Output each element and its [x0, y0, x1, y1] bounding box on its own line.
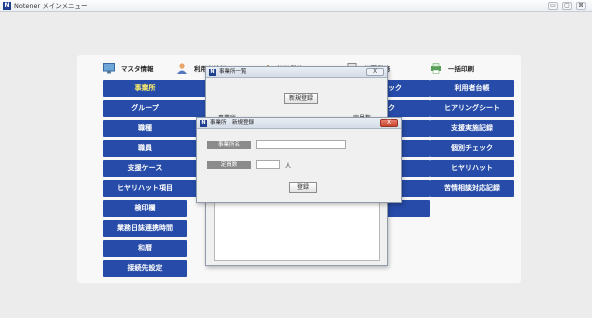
dialog-title-bar: N 事業所一覧 X	[206, 67, 387, 78]
new-register-button[interactable]: 新規登録	[284, 93, 319, 104]
app-logo-icon: N	[209, 69, 216, 76]
column-bulk-print: 一括印刷 利用者台帳 ヒアリングシート 支援実施記録 個別チェック ヒヤリハット…	[430, 59, 514, 197]
printer-icon	[431, 62, 441, 74]
register-button[interactable]: 登録	[289, 182, 317, 193]
maximize-button[interactable]: ▢	[562, 2, 572, 10]
window-controls: ▭ ▢ ⊠	[548, 2, 586, 10]
menu-button-incident-item[interactable]: ヒヤリハット項目	[103, 180, 187, 197]
capacity-unit: 人	[285, 163, 292, 170]
monitor-icon	[103, 62, 115, 73]
menu-button-seal-field[interactable]: 検印欄	[103, 200, 187, 217]
column-title: マスタ情報	[121, 65, 154, 73]
user-icon	[177, 62, 187, 74]
menu-button-support-case[interactable]: 支援ケース	[103, 160, 187, 177]
office-new-dialog: N 事業所 新規登録 X 事業所名 定員数 人 登録	[196, 117, 402, 203]
menu-button-staff[interactable]: 職員	[103, 140, 187, 157]
menu-button-group[interactable]: グループ	[103, 100, 187, 117]
column-title: 一括印刷	[448, 65, 474, 73]
dialog-close-button[interactable]: X	[380, 119, 398, 127]
menu-button-japanese-era[interactable]: 和暦	[103, 240, 187, 257]
menu-button-complaint-record[interactable]: 苦情相談対応記録	[430, 180, 514, 197]
dialog-title: 事業所一覧	[219, 69, 247, 75]
app-logo-icon: N	[3, 2, 11, 10]
menu-button-near-miss[interactable]: ヒヤリハット	[430, 160, 514, 177]
capacity-label: 定員数	[207, 161, 251, 169]
close-button[interactable]: ⊠	[576, 2, 586, 10]
dialog-title-bar: N 事業所 新規登録 X	[197, 118, 401, 129]
menu-button-office[interactable]: 事業所	[103, 80, 187, 97]
menu-button-hearing-sheet[interactable]: ヒアリングシート	[430, 100, 514, 117]
column-header: マスタ情報	[103, 59, 187, 77]
menu-button-support-record[interactable]: 支援実施記録	[430, 120, 514, 137]
minimize-button[interactable]: ▭	[548, 2, 558, 10]
column-master: マスタ情報 事業所 グループ 職種 職員 支援ケース ヒヤリハット項目 検印欄 …	[103, 59, 187, 277]
menu-button-occupation[interactable]: 職種	[103, 120, 187, 137]
window-title-bar: N Notener メインメニュー ▭ ▢ ⊠	[0, 0, 592, 12]
menu-button-log-link-time[interactable]: 業務日誌連携時間	[103, 220, 187, 237]
menu-button-individual-check[interactable]: 個別チェック	[430, 140, 514, 157]
office-name-label: 事業所名	[207, 141, 251, 149]
dialog-close-button[interactable]: X	[366, 68, 384, 76]
app-logo-icon: N	[200, 120, 207, 127]
menu-button-connection[interactable]: 接続先設定	[103, 260, 187, 277]
office-name-input[interactable]	[256, 140, 346, 149]
menu-button-user-ledger[interactable]: 利用者台帳	[430, 80, 514, 97]
column-header: 一括印刷	[430, 59, 514, 77]
capacity-input[interactable]	[256, 160, 280, 169]
window-title: Notener メインメニュー	[14, 2, 88, 10]
dialog-title: 事業所 新規登録	[210, 120, 255, 126]
